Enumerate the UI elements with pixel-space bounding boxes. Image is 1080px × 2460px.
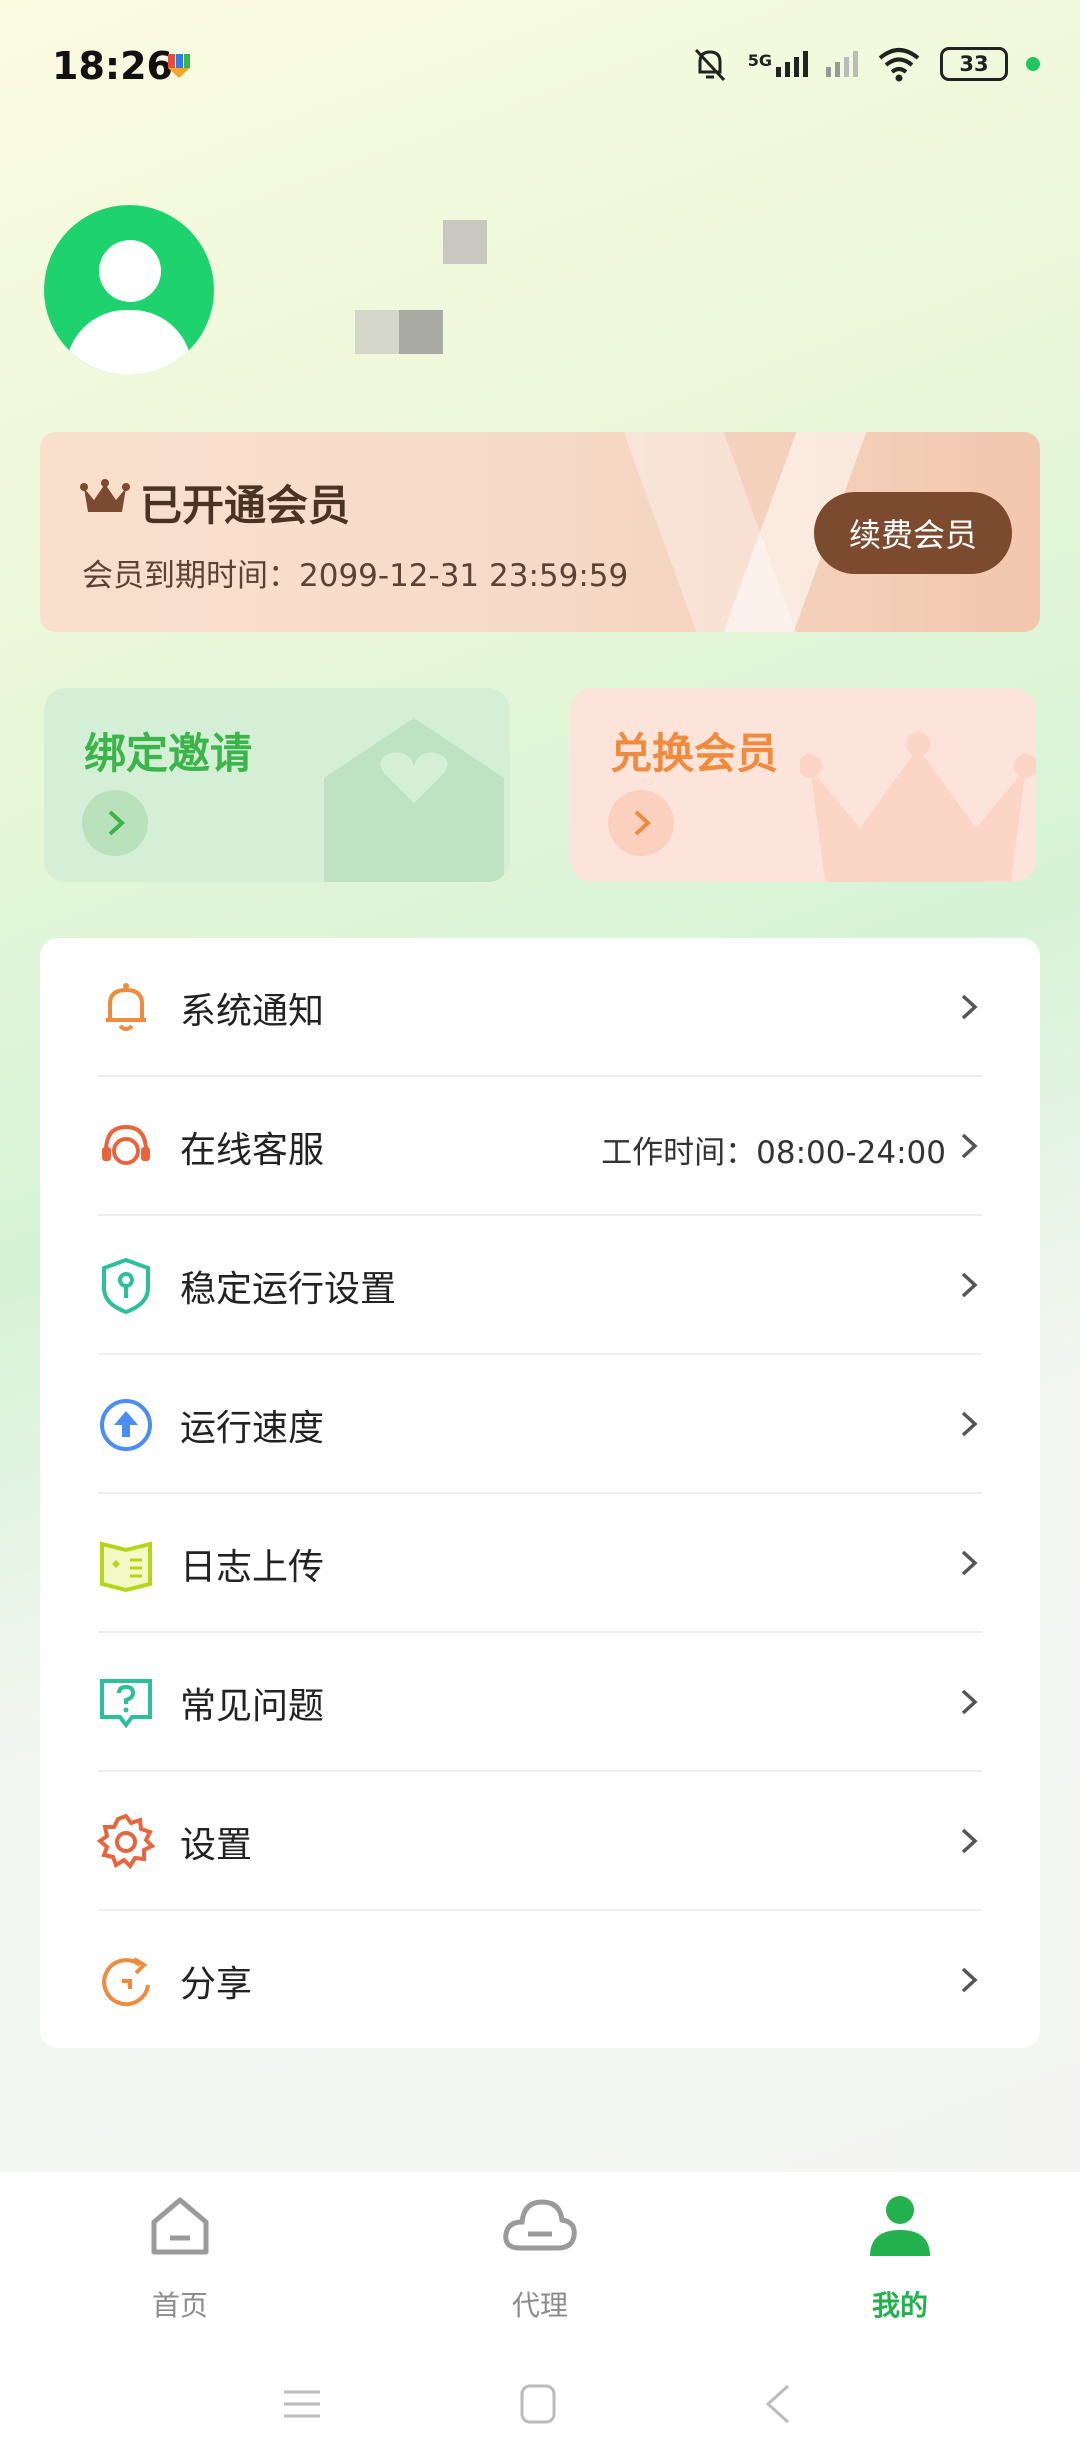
avatar-body bbox=[66, 310, 192, 375]
menu-item-faq[interactable]: 常见问题 bbox=[40, 1633, 1040, 1772]
bind-invite-title: 绑定邀请 bbox=[84, 729, 253, 778]
username-blurred bbox=[260, 215, 620, 365]
chevron-right-icon bbox=[961, 1272, 978, 1298]
gear-icon bbox=[96, 1813, 156, 1870]
bind-invite-card[interactable]: 绑定邀请 bbox=[44, 688, 510, 882]
shield-key-icon bbox=[102, 1257, 150, 1315]
menu-item-label: 日志上传 bbox=[180, 1547, 325, 1588]
menu-item-customer-service[interactable]: 在线客服 工作时间：08:00-24:00 bbox=[40, 1077, 1040, 1216]
menu-item-notification[interactable]: 系统通知 bbox=[40, 938, 1040, 1077]
member-card: 已开通会员 会员到期时间：2099-12-31 23:59:59 续费会员 bbox=[40, 432, 1040, 632]
exchange-member-arrow[interactable] bbox=[608, 790, 674, 856]
menu-item-settings[interactable]: 设置 bbox=[40, 1772, 1040, 1911]
network-type: 5G bbox=[747, 51, 772, 70]
headset-icon bbox=[102, 1124, 150, 1165]
tab-proxy[interactable]: 代理 bbox=[440, 2192, 640, 2332]
crown-decor-icon bbox=[800, 732, 1036, 882]
member-expire-time: 会员到期时间：2099-12-31 23:59:59 bbox=[82, 558, 629, 594]
menu-item-label: 设置 bbox=[180, 1825, 253, 1866]
chevron-right-icon bbox=[961, 1550, 978, 1576]
renew-member-button[interactable]: 续费会员 bbox=[814, 492, 1012, 574]
chevron-right-icon bbox=[961, 1967, 978, 1993]
status-bar: 18:26 5G 33 bbox=[0, 0, 1080, 140]
system-nav-bar bbox=[0, 2370, 1080, 2450]
signal-5g-icon: 5G bbox=[748, 51, 808, 77]
chevron-right-icon bbox=[961, 1828, 978, 1854]
chevron-right-icon bbox=[961, 1689, 978, 1715]
home-button-icon[interactable] bbox=[516, 2380, 560, 2428]
menu-item-label: 常见问题 bbox=[180, 1686, 325, 1727]
menu-icon[interactable] bbox=[280, 2384, 324, 2424]
bind-invite-arrow[interactable] bbox=[82, 790, 148, 856]
envelope-heart-icon bbox=[324, 718, 504, 882]
privacy-indicator bbox=[1026, 57, 1040, 71]
bell-icon bbox=[106, 983, 146, 1031]
speed-up-icon bbox=[100, 1399, 152, 1451]
mute-bell-icon bbox=[694, 48, 725, 82]
chevron-right-icon bbox=[961, 1133, 978, 1159]
exchange-member-card[interactable]: 兑换会员 bbox=[570, 688, 1036, 882]
menu-item-log-upload[interactable]: 日志上传 bbox=[40, 1494, 1040, 1633]
home-icon bbox=[151, 2197, 209, 2255]
crown-icon bbox=[80, 479, 130, 512]
status-time: 18:26 bbox=[52, 44, 173, 88]
chevron-right-icon bbox=[634, 810, 651, 836]
log-book-icon bbox=[100, 1541, 152, 1593]
avatar-head bbox=[99, 240, 161, 302]
tab-label: 代理 bbox=[511, 2289, 568, 2322]
tab-mine[interactable]: 我的 bbox=[800, 2192, 1000, 2332]
battery-icon: 33 bbox=[940, 47, 1008, 81]
wifi-icon bbox=[878, 48, 920, 82]
chevron-right-icon bbox=[961, 1411, 978, 1437]
member-status-title: 已开通会员 bbox=[140, 481, 351, 530]
tab-label: 首页 bbox=[151, 2289, 208, 2322]
exchange-member-title: 兑换会员 bbox=[610, 729, 779, 778]
cloud-icon bbox=[503, 2199, 577, 2251]
share-icon bbox=[102, 1957, 150, 2007]
menu-item-share[interactable]: 分享 bbox=[40, 1911, 1040, 2050]
app-notification-icon bbox=[168, 54, 190, 78]
signal-weak-icon bbox=[826, 51, 858, 77]
avatar[interactable] bbox=[44, 205, 214, 375]
menu-item-label: 在线客服 bbox=[180, 1130, 325, 1171]
menu-item-label: 运行速度 bbox=[180, 1408, 325, 1449]
back-icon[interactable] bbox=[760, 2382, 796, 2426]
settings-menu: 系统通知 在线客服 工作时间：08:00-24:00 稳定运行设置 运行速度 日… bbox=[40, 938, 1040, 2048]
menu-item-stable-run[interactable]: 稳定运行设置 bbox=[40, 1216, 1040, 1355]
status-icons: 5G 33 bbox=[690, 44, 1040, 84]
tab-label: 我的 bbox=[871, 2289, 928, 2322]
menu-item-label: 稳定运行设置 bbox=[180, 1269, 397, 1310]
menu-item-label: 分享 bbox=[180, 1964, 253, 2005]
question-icon bbox=[100, 1679, 152, 1729]
service-hours: 工作时间：08:00-24:00 bbox=[601, 1135, 946, 1171]
user-icon bbox=[870, 2196, 930, 2256]
tab-home[interactable]: 首页 bbox=[80, 2192, 280, 2332]
menu-item-run-speed[interactable]: 运行速度 bbox=[40, 1355, 1040, 1494]
menu-item-label: 系统通知 bbox=[180, 991, 325, 1032]
chevron-right-icon bbox=[108, 810, 125, 836]
chevron-right-icon bbox=[961, 994, 978, 1020]
